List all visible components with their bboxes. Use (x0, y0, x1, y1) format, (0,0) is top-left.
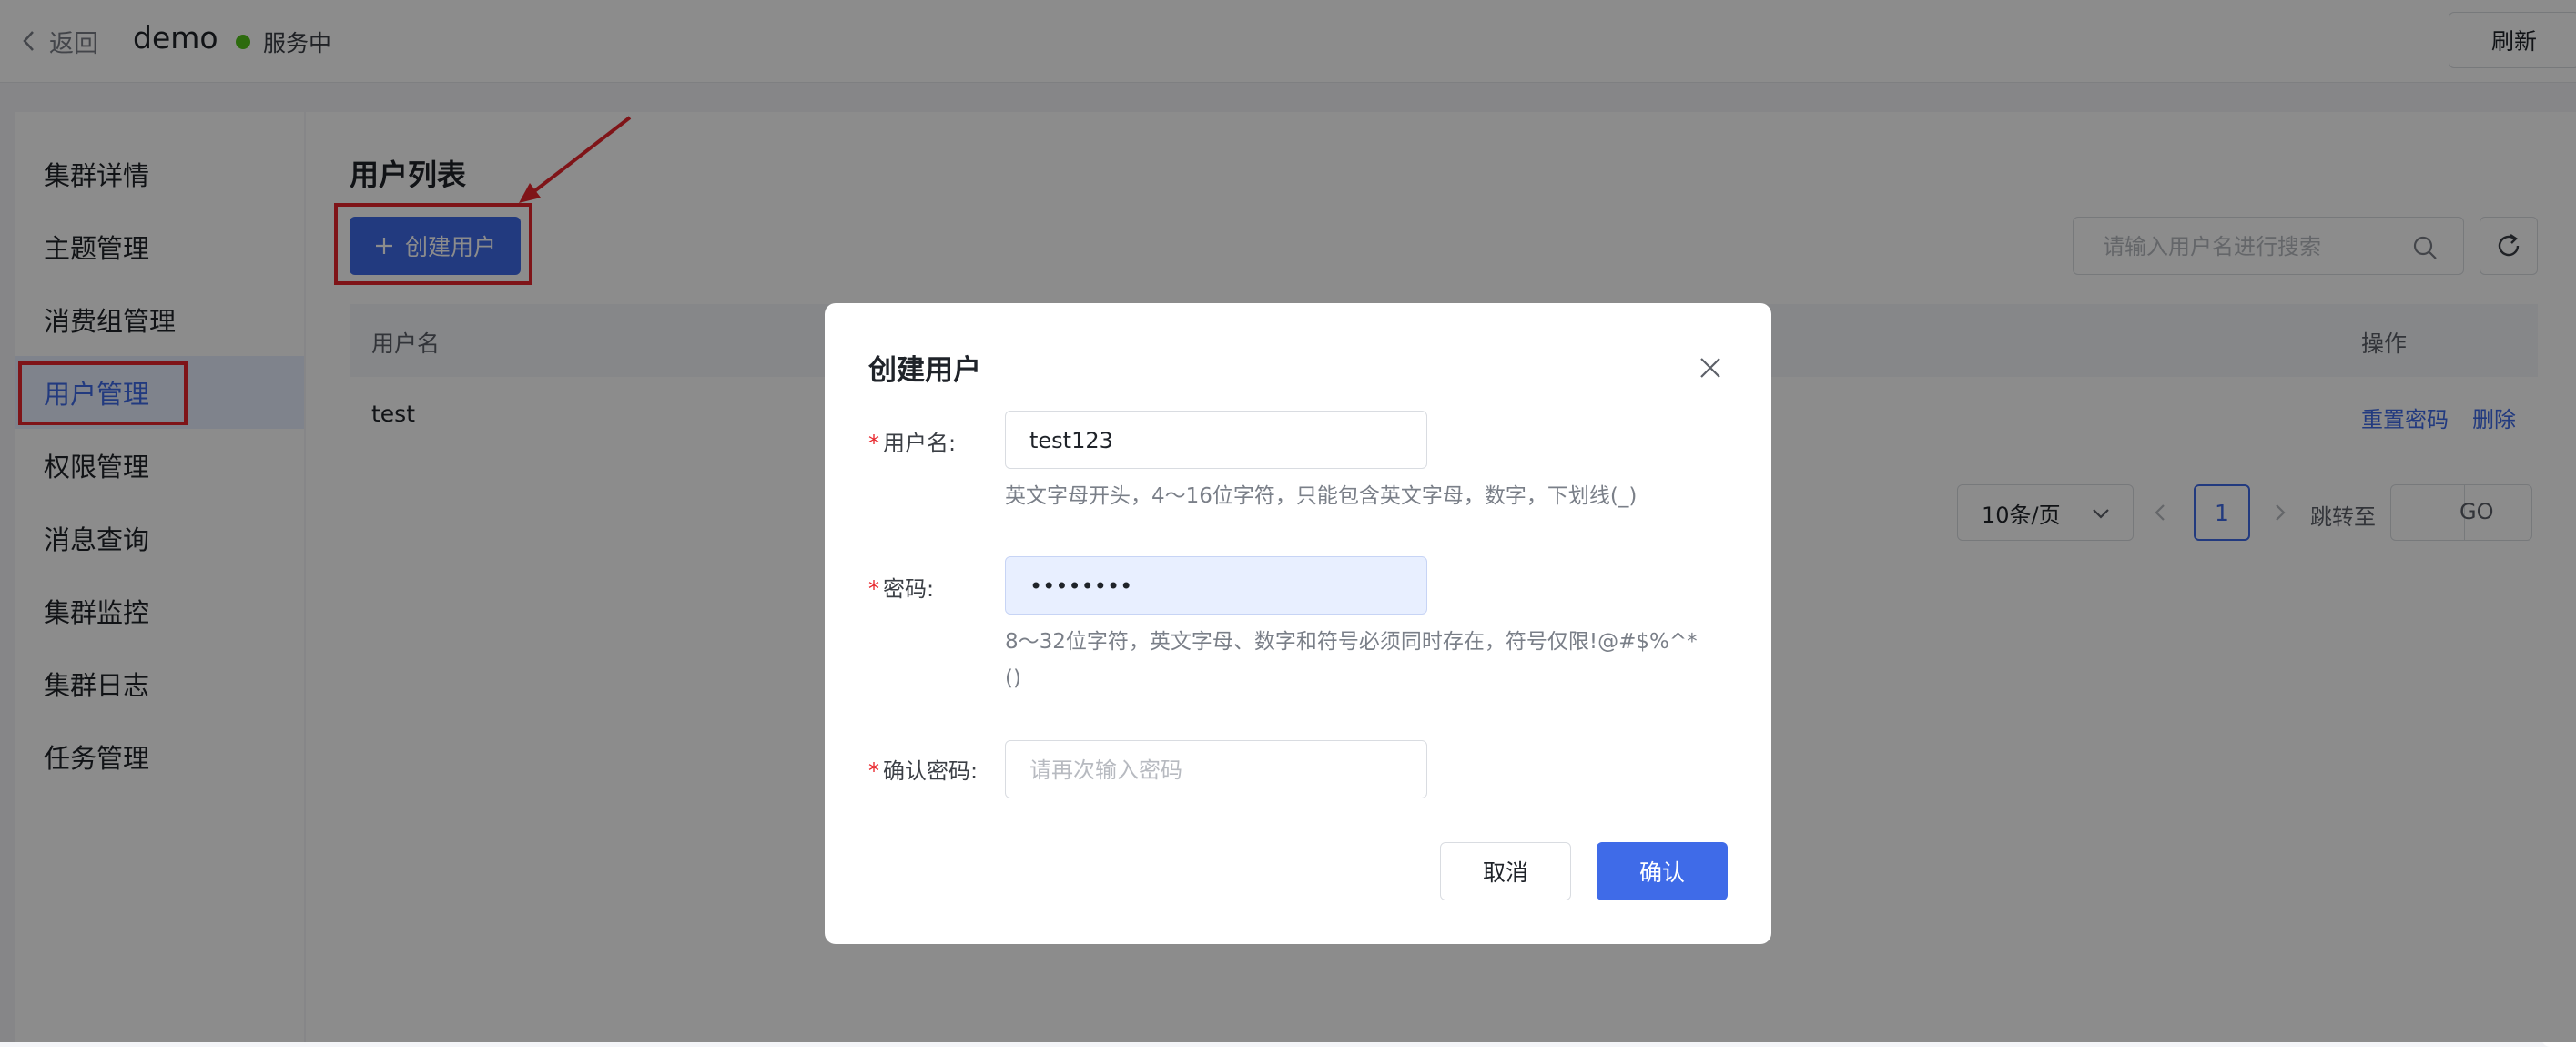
confirm-password-input[interactable] (1028, 754, 1414, 787)
close-icon[interactable] (1697, 354, 1724, 381)
create-user-dialog: 创建用户 *用户名: 英文字母开头，4～16位字符，只能包含英文字母，数字，下划… (825, 303, 1771, 944)
confirm-password-field[interactable] (1005, 740, 1427, 798)
required-mark: * (868, 758, 879, 784)
password-input[interactable] (1028, 570, 1414, 603)
username-input[interactable] (1028, 424, 1414, 457)
username-label-text: 用户名: (883, 431, 957, 456)
password-hint-line1: 8～32位字符，英文字母、数字和符号必须同时存在，符号仅限!@#$%^* (1005, 630, 1698, 654)
username-label: * 用户名: (868, 425, 956, 457)
required-mark: * (868, 576, 879, 602)
password-label: * 密码: (868, 571, 934, 603)
password-label-text: 密码: (883, 576, 935, 602)
username-field[interactable] (1005, 411, 1427, 469)
confirm-password-label: * 确认密码: (868, 753, 978, 785)
confirm-password-label-text: 确认密码: (883, 758, 979, 784)
username-hint: 英文字母开头，4～16位字符，只能包含英文字母，数字，下划线(_) (1005, 484, 1638, 508)
cancel-button[interactable]: 取消 (1440, 842, 1571, 900)
required-mark: * (868, 431, 879, 456)
password-hint-line2: () (1005, 666, 1021, 690)
dialog-title: 创建用户 (868, 354, 981, 387)
password-field[interactable] (1005, 556, 1427, 615)
confirm-button[interactable]: 确认 (1597, 842, 1728, 900)
